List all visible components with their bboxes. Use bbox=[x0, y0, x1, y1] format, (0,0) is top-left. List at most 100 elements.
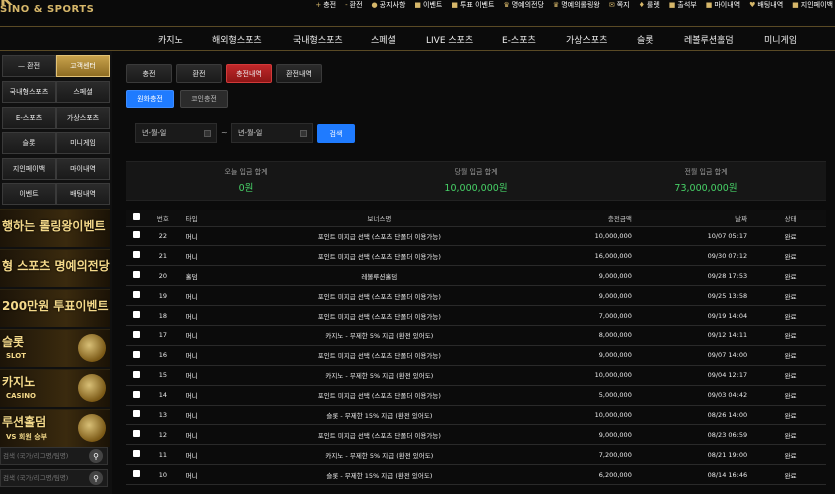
promo-banner[interactable]: 슬롯 SLOT bbox=[0, 329, 110, 367]
subtab-krw-deposit[interactable]: 원화충전 bbox=[126, 90, 174, 108]
cell-name: 포인트 미지급 선택 (스포츠 단폴더 이용가능) bbox=[230, 226, 529, 247]
site-logo[interactable]: K SINO & SPORTS bbox=[0, 0, 94, 15]
table-row[interactable]: 11 머니 카지노 - 무제한 5% 지급 (환전 있어도) 7,200,000 08/… bbox=[126, 444, 826, 466]
tab-withdraw[interactable]: 환전 bbox=[176, 64, 222, 83]
cell-date: 09/28 17:53 bbox=[641, 265, 756, 287]
row-checkbox[interactable] bbox=[126, 424, 147, 446]
sidebar-menu-item[interactable]: 이벤트 bbox=[2, 183, 56, 205]
util-label: 마이내역 bbox=[714, 1, 741, 9]
nav-item[interactable]: 미니게임 bbox=[764, 33, 797, 46]
nav-item[interactable]: 해외형스포츠 bbox=[212, 33, 262, 46]
sidebar-menu-item[interactable]: 미니게임 bbox=[56, 132, 110, 154]
util-link[interactable]: ♛ 명예의전당 bbox=[503, 0, 543, 10]
util-link[interactable]: - 환전 bbox=[345, 0, 362, 10]
sidebar-menu-item[interactable]: 스페셜 bbox=[56, 81, 110, 103]
util-link[interactable]: ■ 출석부 bbox=[669, 0, 697, 10]
promo-banner[interactable]: 루션홀덤 VS 회원 승부 bbox=[0, 409, 110, 447]
table-row[interactable]: 19 머니 포인트 미지급 선택 (스포츠 단폴더 이용가능) 9,000,000 09… bbox=[126, 285, 826, 307]
sidebar-menu-item[interactable]: 국내형스포츠 bbox=[2, 81, 56, 103]
row-checkbox[interactable] bbox=[126, 385, 147, 406]
row-checkbox[interactable] bbox=[126, 285, 147, 307]
table-row[interactable]: 18 머니 포인트 미지급 선택 (스포츠 단폴더 이용가능) 7,000,000 09… bbox=[126, 305, 826, 326]
util-link[interactable]: ♥ 배팅내역 bbox=[749, 0, 783, 10]
table-row[interactable]: 13 머니 슬롯 - 무제한 15% 지급 (환전 있어도) 10,000,000 08… bbox=[126, 405, 826, 426]
date-to-input[interactable]: 년-월-일 bbox=[231, 123, 313, 143]
cell-name: 슬롯 - 무제한 15% 지급 (환전 있어도) bbox=[230, 405, 529, 426]
date-from-input[interactable]: 년-월-일 bbox=[135, 123, 217, 143]
tab-withdraw-history[interactable]: 환전내역 bbox=[276, 64, 322, 83]
sidebar-search-input[interactable] bbox=[1, 448, 85, 464]
util-link[interactable]: ♦ 룰렛 bbox=[639, 0, 660, 10]
search-icon[interactable]: ⚲ bbox=[89, 471, 103, 485]
tab-deposit-history[interactable]: 충전내역 bbox=[226, 64, 272, 83]
cell-amount: 9,000,000 bbox=[528, 424, 642, 446]
util-link[interactable]: ■ 지인페이백 bbox=[792, 0, 833, 10]
nav-item[interactable]: 가상스포츠 bbox=[566, 33, 607, 46]
table-row[interactable]: 20 홀덤 레볼루션홀덤 9,000,000 09/28 17:53 완료 bbox=[126, 265, 826, 287]
calendar-icon[interactable] bbox=[204, 130, 211, 137]
cell-date: 09/19 14:04 bbox=[641, 305, 756, 326]
nav-item[interactable]: 카지노 bbox=[158, 33, 183, 46]
table-row[interactable]: 22 머니 포인트 미지급 선택 (스포츠 단폴더 이용가능) 10,000,000 1… bbox=[126, 226, 826, 247]
banner-title: 카지노 bbox=[2, 375, 36, 389]
sidebar-support-button[interactable]: 고객센터 bbox=[56, 55, 110, 77]
search-button[interactable]: 검색 bbox=[317, 124, 355, 143]
row-checkbox[interactable] bbox=[126, 345, 147, 366]
cell-no: 19 bbox=[146, 285, 180, 307]
row-checkbox[interactable] bbox=[126, 325, 147, 346]
tab-deposit[interactable]: 충전 bbox=[126, 64, 172, 83]
table-row[interactable]: 17 머니 카지노 - 무제한 5% 지급 (환전 있어도) 8,000,000 09/… bbox=[126, 325, 826, 346]
sidebar-menu-item[interactable]: 배팅내역 bbox=[56, 183, 110, 205]
sidebar-menu-item[interactable]: 마이내역 bbox=[56, 157, 110, 180]
cell-type: 홀덤 bbox=[179, 265, 231, 287]
promo-banner[interactable]: 카지노 CASINO bbox=[0, 369, 110, 407]
cell-no: 14 bbox=[146, 385, 180, 406]
calendar-icon[interactable] bbox=[300, 130, 307, 137]
util-link[interactable]: ■ 투표 이벤트 bbox=[451, 0, 494, 10]
util-link[interactable]: ■ 마이내역 bbox=[706, 0, 740, 10]
row-checkbox[interactable] bbox=[126, 305, 147, 326]
table-row[interactable]: 14 머니 포인트 미지급 선택 (스포츠 단폴더 이용가능) 5,000,000 09… bbox=[126, 385, 826, 406]
sidebar-search-input[interactable] bbox=[1, 470, 85, 486]
table-row[interactable]: 12 머니 포인트 미지급 선택 (스포츠 단폴더 이용가능) 9,000,000 08… bbox=[126, 424, 826, 446]
cell-amount: 5,000,000 bbox=[528, 385, 642, 406]
row-checkbox[interactable] bbox=[126, 226, 147, 247]
util-label: 이벤트 bbox=[423, 1, 443, 9]
promo-banner[interactable]: 형 스포츠 명예의전당 bbox=[0, 249, 110, 287]
nav-item[interactable]: 국내형스포츠 bbox=[293, 33, 343, 46]
nav-item[interactable]: 슬롯 bbox=[637, 33, 654, 46]
nav-item[interactable]: LIVE 스포츠 bbox=[426, 33, 473, 46]
util-link[interactable]: ♛ 명예의롤링왕 bbox=[553, 0, 600, 10]
sidebar-menu-item[interactable]: E-스포츠 bbox=[2, 106, 56, 129]
sidebar-exchange-button[interactable]: — 환전 bbox=[2, 55, 56, 77]
row-checkbox[interactable] bbox=[126, 245, 147, 267]
cell-status: 완료 bbox=[755, 345, 826, 366]
row-checkbox[interactable] bbox=[126, 444, 147, 466]
cell-status: 완료 bbox=[755, 424, 826, 446]
util-link[interactable]: + 충전 bbox=[315, 0, 336, 10]
nav-item[interactable]: E-스포츠 bbox=[502, 33, 536, 46]
util-link[interactable]: ■ 이벤트 bbox=[414, 0, 442, 10]
row-checkbox[interactable] bbox=[126, 464, 147, 486]
table-row[interactable]: 16 머니 포인트 미지급 선택 (스포츠 단폴더 이용가능) 9,000,000 09… bbox=[126, 345, 826, 366]
row-checkbox[interactable] bbox=[126, 365, 147, 386]
sidebar-menu-item[interactable]: 가상스포츠 bbox=[56, 106, 110, 129]
nav-item[interactable]: 레볼루션홀덤 bbox=[684, 33, 734, 46]
util-link[interactable]: ● 공지사항 bbox=[372, 0, 406, 10]
search-icon[interactable]: ⚲ bbox=[89, 449, 103, 463]
select-all-checkbox[interactable] bbox=[126, 210, 147, 227]
sidebar-menu-item[interactable]: 슬롯 bbox=[2, 132, 56, 154]
row-checkbox[interactable] bbox=[126, 405, 147, 426]
cell-no: 20 bbox=[146, 265, 180, 287]
table-row[interactable]: 15 머니 카지노 - 무제한 5% 지급 (환전 있어도) 10,000,000 09… bbox=[126, 365, 826, 386]
util-link[interactable]: ✉ 쪽지 bbox=[609, 0, 630, 10]
cell-amount: 7,000,000 bbox=[528, 305, 642, 326]
table-row[interactable]: 21 머니 포인트 미지급 선택 (스포츠 단폴더 이용가능) 16,000,000 0… bbox=[126, 245, 826, 267]
promo-banner[interactable]: 행하는 롤링왕이벤트 bbox=[0, 209, 110, 247]
row-checkbox[interactable] bbox=[126, 265, 147, 287]
sidebar-menu-item[interactable]: 지인페이백 bbox=[2, 157, 56, 180]
subtab-coin-deposit[interactable]: 코인충전 bbox=[180, 90, 228, 108]
nav-item[interactable]: 스페셜 bbox=[371, 33, 396, 46]
table-row[interactable]: 10 머니 슬롯 - 무제한 15% 지급 (환전 있어도) 6,200,000 08/… bbox=[126, 464, 826, 486]
promo-banner[interactable]: 200만원 투표이벤트 bbox=[0, 289, 110, 327]
